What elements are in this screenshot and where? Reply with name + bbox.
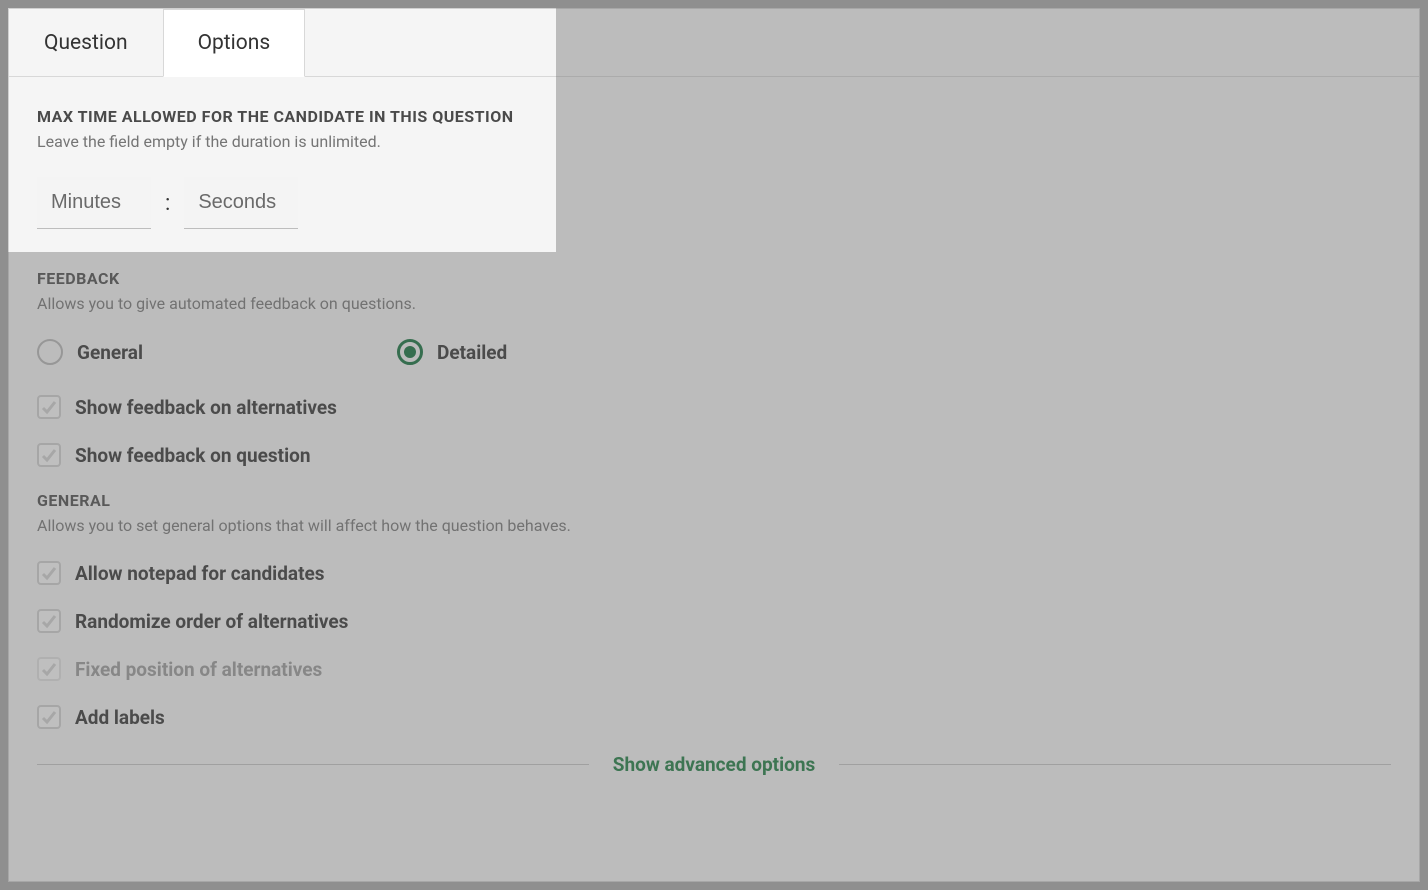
minutes-input[interactable]: [37, 177, 151, 229]
checkbox-show-feedback-question-label: Show feedback on question: [75, 444, 310, 467]
checkbox-box-icon: [37, 395, 61, 419]
max-time-section: MAX TIME ALLOWED FOR THE CANDIDATE IN TH…: [37, 107, 1391, 229]
feedback-section: FEEDBACK Allows you to give automated fe…: [37, 269, 1391, 467]
radio-detailed[interactable]: Detailed: [397, 339, 697, 365]
checkbox-add-labels-label: Add labels: [75, 706, 165, 729]
checkbox-allow-notepad-label: Allow notepad for candidates: [75, 562, 325, 585]
checkbox-fixed-position-label: Fixed position of alternatives: [75, 658, 322, 681]
radio-detailed-circle: [397, 339, 423, 365]
general-desc: Allows you to set general options that w…: [37, 516, 1391, 535]
checkbox-show-feedback-alternatives[interactable]: Show feedback on alternatives: [37, 395, 1391, 419]
general-heading: GENERAL: [37, 491, 1391, 510]
radio-general-circle: [37, 339, 63, 365]
check-icon: [41, 613, 57, 629]
content-area: MAX TIME ALLOWED FOR THE CANDIDATE IN TH…: [9, 77, 1419, 796]
checkbox-box-icon: [37, 561, 61, 585]
check-icon: [41, 565, 57, 581]
radio-detailed-label: Detailed: [437, 341, 507, 364]
checkbox-box-icon: [37, 443, 61, 467]
checkbox-show-feedback-alternatives-label: Show feedback on alternatives: [75, 396, 337, 419]
time-separator: :: [165, 191, 170, 216]
check-icon: [41, 399, 57, 415]
checkbox-box-icon: [37, 609, 61, 633]
max-time-desc: Leave the field empty if the duration is…: [37, 132, 1391, 151]
tab-question[interactable]: Question: [9, 9, 163, 76]
radio-general[interactable]: General: [37, 339, 337, 365]
checkbox-box-icon: [37, 657, 61, 681]
tab-question-label: Question: [44, 31, 128, 55]
checkbox-randomize-order[interactable]: Randomize order of alternatives: [37, 609, 1391, 633]
checkbox-allow-notepad[interactable]: Allow notepad for candidates: [37, 561, 1391, 585]
time-inputs-row: :: [37, 177, 1391, 229]
checkbox-add-labels[interactable]: Add labels: [37, 705, 1391, 729]
seconds-input[interactable]: [184, 177, 298, 229]
check-icon: [41, 447, 57, 463]
tab-options[interactable]: Options: [163, 9, 306, 77]
checkbox-randomize-order-label: Randomize order of alternatives: [75, 610, 348, 633]
check-icon: [41, 661, 57, 677]
checkbox-box-icon: [37, 705, 61, 729]
show-advanced-options-link[interactable]: Show advanced options: [589, 753, 840, 776]
max-time-heading: MAX TIME ALLOWED FOR THE CANDIDATE IN TH…: [37, 107, 1391, 126]
radio-general-label: General: [77, 341, 143, 364]
feedback-desc: Allows you to give automated feedback on…: [37, 294, 1391, 313]
general-section: GENERAL Allows you to set general option…: [37, 491, 1391, 729]
divider-left: [37, 764, 589, 765]
checkbox-fixed-position: Fixed position of alternatives: [37, 657, 1391, 681]
check-icon: [41, 709, 57, 725]
tabs-row: Question Options: [9, 9, 1419, 77]
feedback-radio-group: General Detailed: [37, 339, 1391, 365]
checkbox-show-feedback-question[interactable]: Show feedback on question: [37, 443, 1391, 467]
advanced-options-row: Show advanced options: [37, 753, 1391, 776]
feedback-heading: FEEDBACK: [37, 269, 1391, 288]
tab-options-label: Options: [198, 31, 271, 55]
divider-right: [839, 764, 1391, 765]
options-panel: Question Options MAX TIME ALLOWED FOR TH…: [8, 8, 1420, 882]
